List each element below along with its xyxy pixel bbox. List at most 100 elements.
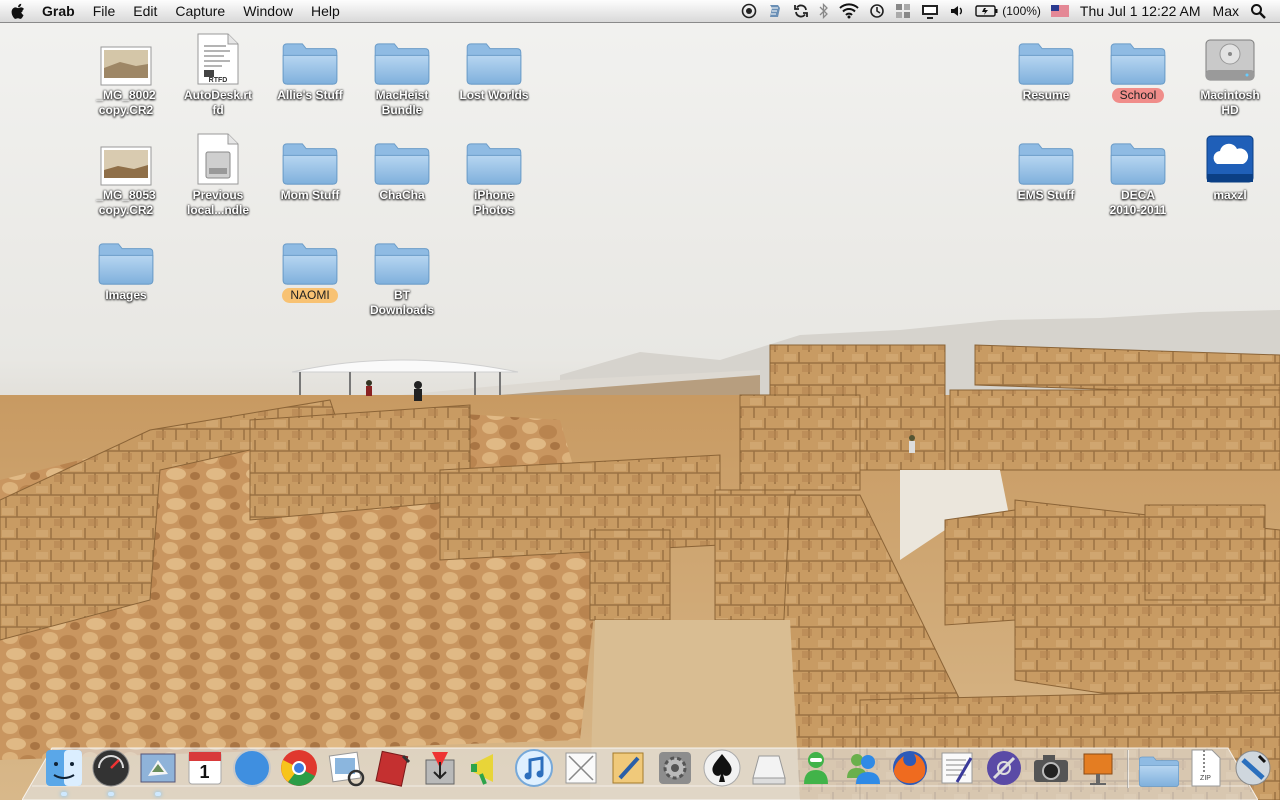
desktop-icon-lost-worlds[interactable]: Lost Worlds [448,30,540,103]
menu-file[interactable]: File [84,0,125,22]
dock: 1 ZIP [40,742,1280,796]
display-icon[interactable] [921,0,939,22]
desktop-icon-label: Resume [1022,88,1070,102]
desktop-icon-label: maxzl [1213,188,1247,202]
ical-day: 1 [199,762,210,782]
bluetooth-icon[interactable] [819,0,829,22]
desktop-icon-mg-8053[interactable]: _MG_8053 copy.CR2 [80,130,172,218]
desktop-icon-chacha[interactable]: ChaCha [356,130,448,203]
menu-capture[interactable]: Capture [166,0,234,22]
safari-icon[interactable] [229,744,275,788]
scripts-icon[interactable] [767,0,783,22]
ical-icon[interactable]: 1 [182,744,228,788]
menu-help[interactable]: Help [302,0,349,22]
drive-icon[interactable] [746,744,792,788]
desktop-icon-naomi[interactable]: NAOMI [264,230,356,303]
menubar-clock[interactable]: Thu Jul 1 12:22 AM [1080,3,1201,19]
running-indicator [107,792,114,796]
tweak-icon[interactable] [981,744,1027,788]
zip-stack-icon[interactable]: ZIP [1183,744,1229,788]
spaces-icon[interactable] [895,0,911,22]
folder-icon [1015,30,1077,86]
photo-file-icon [95,130,157,186]
folder-stack-icon[interactable] [1136,744,1182,788]
mail-icon[interactable] [135,744,181,796]
folder-icon [279,230,341,286]
desktop-icon-bt-downloads[interactable]: BT Downloads [356,230,448,318]
system-preferences-icon[interactable] [652,744,698,788]
preview-icon[interactable] [323,744,369,788]
desktop-icon-label: Macintosh HD [1200,88,1260,117]
idisk-icon [1199,130,1261,186]
hard-drive-icon [1199,30,1261,86]
script-editor-icon[interactable] [934,744,980,788]
user-menu[interactable]: Max [1213,3,1239,19]
installer-icon[interactable] [417,744,463,788]
camera-icon[interactable] [1028,744,1074,788]
volume-icon[interactable] [949,0,965,22]
desktop-icon-resume[interactable]: Resume [1000,30,1092,103]
menu-edit[interactable]: Edit [124,0,166,22]
dashboard-icon[interactable] [88,744,134,796]
folder-icon [95,230,157,286]
desktop-icon-allies-stuff[interactable]: Allie's Stuff [264,30,356,103]
desktop-icon-school[interactable]: School [1092,30,1184,103]
text-edit-icon[interactable] [558,744,604,788]
desktop-icon-previous-local-bundle[interactable]: Previous local...ndle [172,130,264,218]
spotlight-icon[interactable] [1250,0,1266,22]
itunes-icon[interactable] [511,744,557,788]
desktop-icon-deca[interactable]: DECA 2010-2011 [1092,130,1184,218]
desktop-icon-mom-stuff[interactable]: Mom Stuff [264,130,356,203]
folder-icon [463,130,525,186]
textbook-icon[interactable] [370,744,416,788]
chrome-icon[interactable] [276,744,322,788]
desktop-icon-label: Lost Worlds [459,88,529,102]
desktop-icon-label: BT Downloads [369,288,434,317]
time-machine-icon[interactable] [869,0,885,22]
app-menu-grab[interactable]: Grab [36,0,84,22]
apple-logo-icon[interactable] [0,0,36,22]
keynote-icon[interactable] [1075,744,1121,788]
desktop-icon-label: Mom Stuff [280,188,340,202]
download-stack-icon[interactable] [1230,744,1276,788]
battery-percent: (100%) [1002,4,1041,18]
desktop-icon-macheist-bundle[interactable]: MacHeist Bundle [356,30,448,118]
messenger-icon[interactable] [840,744,886,788]
desktop-icon-mg-8002[interactable]: _MG_8002 copy.CR2 [80,30,172,118]
finder-icon[interactable] [41,744,87,796]
folder-icon [1107,130,1169,186]
menu-window[interactable]: Window [234,0,302,22]
sync-icon[interactable] [793,0,809,22]
folder-icon [1015,130,1077,186]
pages-icon[interactable] [605,744,651,788]
megaphone-icon[interactable] [464,744,510,788]
battery-icon[interactable]: (100%) [975,0,1041,22]
desktop-icon-label: ChaCha [379,188,425,202]
folder-icon [279,30,341,86]
desktop-icon-label: School [1111,88,1165,103]
firefox-icon[interactable] [887,744,933,788]
desktop-icon-ems-stuff[interactable]: EMS Stuff [1000,130,1092,203]
disk-image-icon [187,130,249,186]
desktop-icon-label: _MG_8002 copy.CR2 [96,88,156,117]
status-area: (100%) Thu Jul 1 12:22 AM Max [736,0,1280,22]
desktop-icon-macintosh-hd[interactable]: Macintosh HD [1184,30,1276,118]
desktop-icon-label: _MG_8053 copy.CR2 [96,188,156,217]
us-flag-icon[interactable] [1050,0,1069,22]
desktop-icon-autodesk-rtfd[interactable]: RTFD AutoDesk.rt fd [172,30,264,118]
desktop-icon-maxzl[interactable]: maxzl [1184,130,1276,203]
desktop-icon-label: DECA 2010-2011 [1109,188,1167,217]
folder-icon [463,30,525,86]
desktop-icon-iphone-photos[interactable]: iPhone Photos [448,130,540,218]
folder-icon [371,230,433,286]
wifi-icon[interactable] [839,0,859,22]
desktop-wallpaper [0,0,1280,800]
zip-label: ZIP [1200,775,1211,782]
desktop-icon-images[interactable]: Images [80,230,172,303]
trash-icon[interactable] [1277,744,1280,788]
folder-icon [1107,30,1169,86]
spades-icon[interactable] [699,744,745,788]
camera-icon[interactable] [741,0,757,22]
chat-icon[interactable] [793,744,839,788]
folder-icon [371,130,433,186]
